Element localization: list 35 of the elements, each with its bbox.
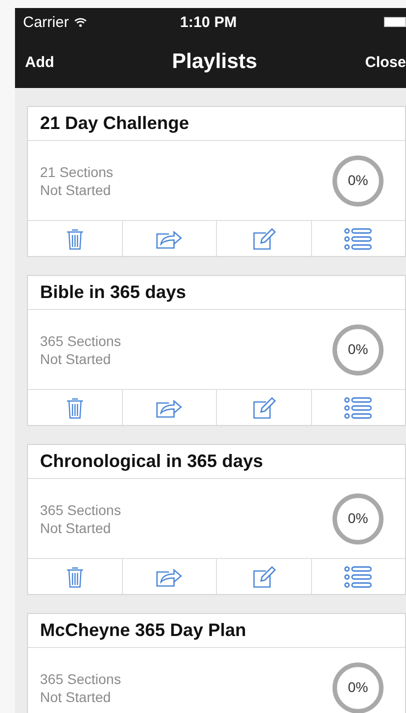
edit-icon <box>252 228 276 250</box>
add-button[interactable]: Add <box>15 54 64 70</box>
plan-status: Not Started <box>40 180 112 198</box>
status-time: 1:10 PM <box>180 14 237 30</box>
list-icon <box>344 228 372 250</box>
trash-icon <box>66 396 84 418</box>
share-icon <box>155 228 184 248</box>
nav-title: Playlists <box>172 50 258 74</box>
plan-status: Not Started <box>40 350 112 368</box>
trash-icon <box>66 566 84 588</box>
wifi-icon <box>74 17 87 27</box>
sections-count: 365 Sections <box>40 332 121 350</box>
plan-status: Not Started <box>40 518 112 536</box>
share-icon <box>155 398 184 418</box>
list-icon <box>344 566 372 588</box>
carrier-label: Carrier <box>23 14 69 30</box>
playlist-title[interactable]: 21 Day Challenge <box>28 107 405 141</box>
list-icon <box>344 396 372 418</box>
trash-icon <box>66 228 84 250</box>
edit-icon <box>252 566 276 588</box>
progress-percent: 0% <box>346 340 370 356</box>
sections-count: 365 Sections <box>40 670 121 688</box>
progress-percent: 0% <box>346 678 370 694</box>
close-button[interactable]: Close <box>359 54 406 70</box>
share-icon <box>155 566 184 586</box>
sections-count: 21 Sections <box>40 162 114 180</box>
plan-status: Not Started <box>40 688 112 706</box>
playlist-title[interactable]: McCheyne 365 Day Plan <box>28 614 405 648</box>
progress-percent: 0% <box>346 172 370 188</box>
playlist-title[interactable]: Chronological in 365 days <box>28 445 405 479</box>
progress-percent: 0% <box>346 510 370 526</box>
sections-count: 365 Sections <box>40 500 121 518</box>
edit-icon <box>252 396 276 418</box>
playlist-title[interactable]: Bible in 365 days <box>28 276 405 310</box>
battery-icon <box>384 17 406 27</box>
